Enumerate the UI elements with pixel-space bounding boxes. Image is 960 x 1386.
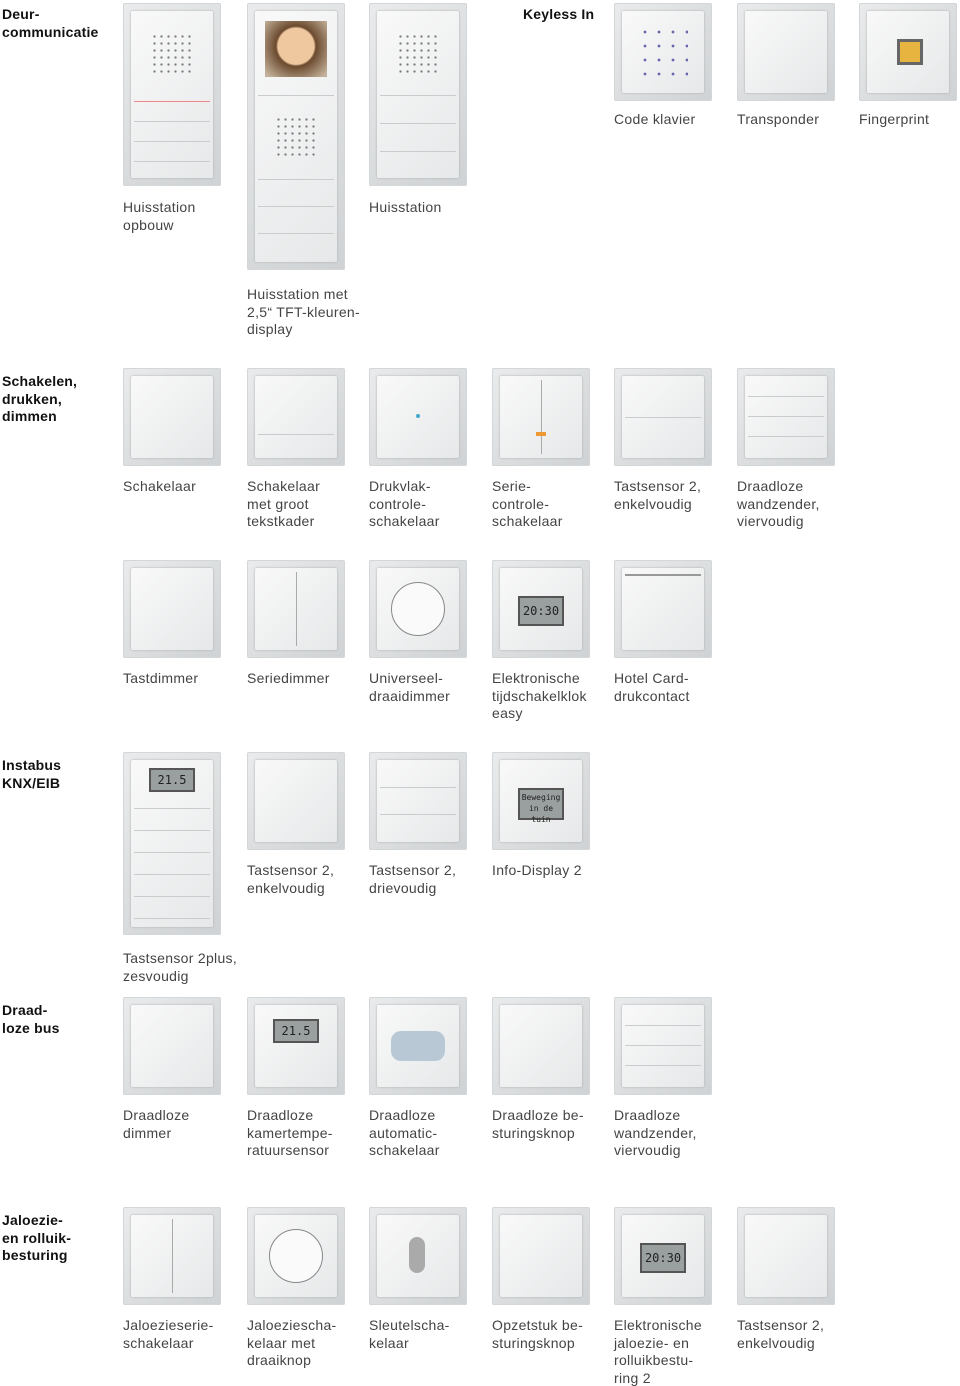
product-image-tastsensor-enkel — [247, 752, 345, 850]
product-label: Serie- controle- schakelaar — [492, 478, 563, 529]
product-image-tastsensor — [614, 368, 712, 466]
product-label: Draadloze kamertempe- ratuursensor — [247, 1107, 333, 1158]
product-image-automatic — [369, 997, 467, 1095]
product-image-wandzender-b — [614, 997, 712, 1095]
jaloezie-clock-display: 20:30 — [640, 1243, 686, 1273]
product-label: Draadloze wandzender, viervoudig — [737, 478, 820, 529]
product-label: Elektronische jaloezie- en rolluikbestu-… — [614, 1317, 702, 1386]
product-label: Jaloeziescha- kelaar met draaiknop — [247, 1317, 337, 1368]
section-instabus: Instabus KNX/EIB — [2, 757, 62, 791]
product-image-opzetstuk — [492, 1207, 590, 1305]
product-label: Drukvlak- controle- schakelaar — [369, 478, 440, 529]
kamertemp-display: 21.5 — [273, 1019, 319, 1043]
section-draadloze-bus: Draad- loze bus — [2, 1002, 60, 1036]
product-image-tastdimmer — [123, 560, 221, 658]
product-image-huisstation — [369, 3, 467, 186]
product-label: Draadloze be- sturingsknop — [492, 1107, 584, 1141]
catalog-page: Deur- communicatie Keyless In Schakelen,… — [0, 0, 960, 1386]
section-jaloezie: Jaloezie- en rolluik- besturing — [2, 1212, 72, 1263]
product-label: Schakelaar — [123, 478, 197, 494]
product-label: Tastsensor 2, drievoudig — [369, 862, 457, 896]
product-image-tastsensor-c — [737, 1207, 835, 1305]
product-label: Draadloze automatic- schakelaar — [369, 1107, 440, 1158]
product-image-schakelaar-tekstkader — [247, 368, 345, 466]
product-label: Huisstation opbouw — [123, 199, 196, 233]
product-label: Code klavier — [614, 111, 696, 127]
product-label: Tastsensor 2, enkelvoudig — [737, 1317, 825, 1351]
product-label: Sleutelscha- kelaar — [369, 1317, 450, 1351]
info-display: Beweging in de tuin — [518, 788, 564, 824]
product-label: Huisstation met 2,5“ TFT-kleuren- displa… — [247, 286, 360, 337]
product-image-draaidimmer — [369, 560, 467, 658]
product-image-schakelaar — [123, 368, 221, 466]
product-label: Draadloze wandzender, viervoudig — [614, 1107, 697, 1158]
product-image-jaloezieserie — [123, 1207, 221, 1305]
product-image-serie-controle — [492, 368, 590, 466]
product-image-jaloezie-elektronisch: 20:30 — [614, 1207, 712, 1305]
product-label: Draadloze dimmer — [123, 1107, 190, 1141]
section-keyless-in: Keyless In — [523, 6, 595, 22]
product-label: Tastsensor 2plus, zesvoudig — [123, 950, 238, 984]
product-label: Tastsensor 2, enkelvoudig — [247, 862, 335, 896]
product-image-tastsensor-drie — [369, 752, 467, 850]
product-image-infodisplay: Beweging in de tuin — [492, 752, 590, 850]
product-image-sleutel — [369, 1207, 467, 1305]
product-image-draadloze-dimmer — [123, 997, 221, 1095]
product-label: Fingerprint — [859, 111, 930, 127]
product-image-kamertemp: 21.5 — [247, 997, 345, 1095]
product-image-tastsensor-2plus: 21.5 — [123, 752, 221, 935]
product-label: Huisstation — [369, 199, 442, 215]
temp-display: 21.5 — [149, 768, 195, 792]
product-label: Schakelaar met groot tekstkader — [247, 478, 321, 529]
product-label: Jaloezieserie- schakelaar — [123, 1317, 214, 1351]
product-label: Opzetstuk be- sturingsknop — [492, 1317, 584, 1351]
product-image-hotelcard — [614, 560, 712, 658]
product-image-wandzender — [737, 368, 835, 466]
tft-display-photo — [265, 21, 327, 77]
product-image-drukvlak — [369, 368, 467, 466]
product-image-seriedimmer — [247, 560, 345, 658]
product-image-transponder — [737, 3, 835, 101]
product-image-huisstation-opbouw — [123, 3, 221, 186]
section-deurcommunicatie: Deur- communicatie — [2, 6, 99, 40]
product-image-code-klavier — [614, 3, 712, 101]
product-label: Hotel Card- drukcontact — [614, 670, 690, 704]
product-label: Universeel- draaidimmer — [369, 670, 451, 704]
product-label: Tastsensor 2, enkelvoudig — [614, 478, 702, 512]
product-image-tijdschakelklok: 20:30 — [492, 560, 590, 658]
clock-display: 20:30 — [518, 596, 564, 626]
product-label: Transponder — [737, 111, 820, 127]
product-label: Seriedimmer — [247, 670, 330, 686]
product-image-besturingsknop — [492, 997, 590, 1095]
product-label: Elektronische tijdschakelklok easy — [492, 670, 587, 721]
product-label: Info-Display 2 — [492, 862, 582, 878]
product-image-jaloeziedraai — [247, 1207, 345, 1305]
product-label: Tastdimmer — [123, 670, 199, 686]
product-image-fingerprint — [859, 3, 957, 101]
section-schakelen: Schakelen, drukken, dimmen — [2, 373, 78, 424]
product-image-huisstation-tft — [247, 3, 345, 270]
